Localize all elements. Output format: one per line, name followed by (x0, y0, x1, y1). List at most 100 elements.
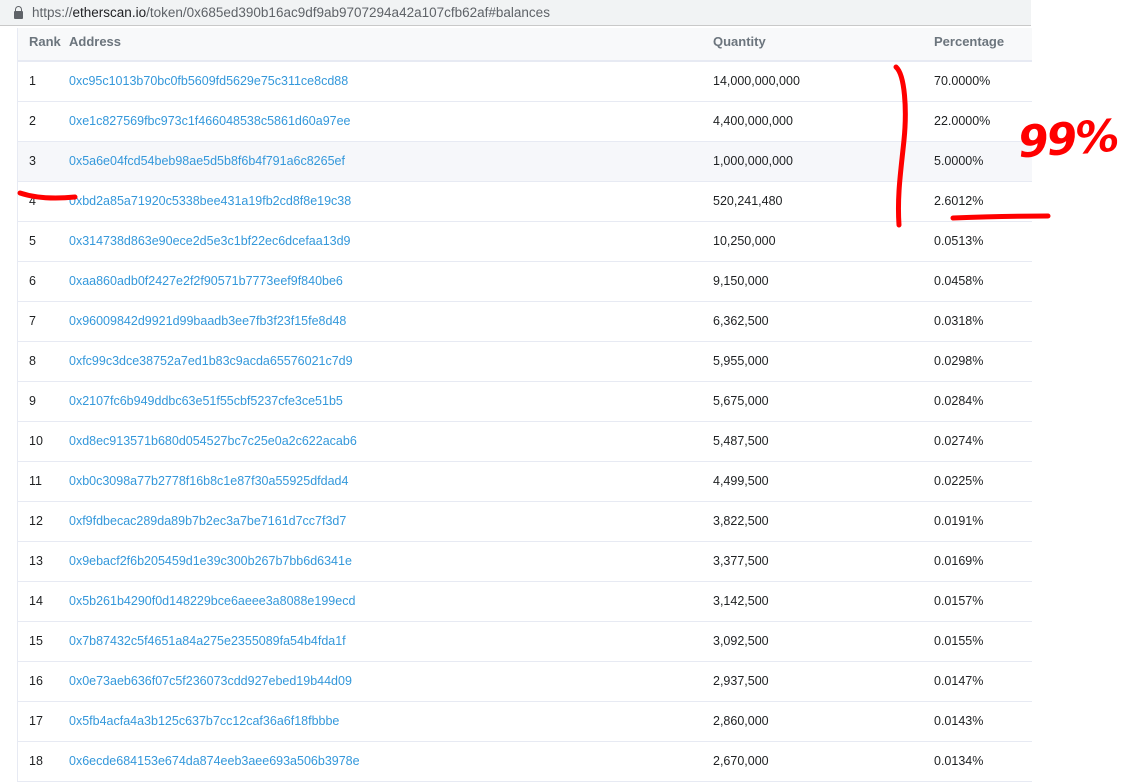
holder-address-link[interactable]: 0xbd2a85a71920c5338bee431a19fb2cd8f8e19c… (69, 194, 351, 208)
table-row: 80xfc99c3dce38752a7ed1b83c9acda65576021c… (18, 341, 1032, 381)
rank-cell: 12 (18, 501, 69, 541)
holder-address-link[interactable]: 0xfc99c3dce38752a7ed1b83c9acda65576021c7… (69, 354, 353, 368)
address-cell: 0x0e73aeb636f07c5f236073cdd927ebed19b44d… (69, 661, 713, 701)
rank-cell: 4 (18, 181, 69, 221)
percentage-cell: 0.0225% (934, 461, 1032, 501)
percentage-cell: 22.0000% (934, 101, 1032, 141)
table-row: 40xbd2a85a71920c5338bee431a19fb2cd8f8e19… (18, 181, 1032, 221)
table-row: 70x96009842d9921d99baadb3ee7fb3f23f15fe8… (18, 301, 1032, 341)
quantity-cell: 1,000,000,000 (713, 141, 934, 181)
rank-cell: 15 (18, 621, 69, 661)
holder-address-link[interactable]: 0x7b87432c5f4651a84a275e2355089fa54b4fda… (69, 634, 346, 648)
table-row: 20xe1c827569fbc973c1f466048538c5861d60a9… (18, 101, 1032, 141)
holder-address-link[interactable]: 0x2107fc6b949ddbc63e51f55cbf5237cfe3ce51… (69, 394, 343, 408)
percentage-cell: 0.0318% (934, 301, 1032, 341)
percentage-cell: 5.0000% (934, 141, 1032, 181)
quantity-cell: 5,675,000 (713, 381, 934, 421)
rank-cell: 6 (18, 261, 69, 301)
holder-address-link[interactable]: 0x0e73aeb636f07c5f236073cdd927ebed19b44d… (69, 674, 352, 688)
table-row: 50x314738d863e90ece2d5e3c1bf22ec6dcefaa1… (18, 221, 1032, 261)
address-cell: 0xbd2a85a71920c5338bee431a19fb2cd8f8e19c… (69, 181, 713, 221)
rank-cell: 18 (18, 741, 69, 781)
table-row: 120xf9fdbecac289da89b7b2ec3a7be7161d7cc7… (18, 501, 1032, 541)
address-cell: 0xb0c3098a77b2778f16b8c1e87f30a55925dfda… (69, 461, 713, 501)
rank-cell: 9 (18, 381, 69, 421)
rank-cell: 5 (18, 221, 69, 261)
rank-cell: 7 (18, 301, 69, 341)
address-cell: 0x9ebacf2f6b205459d1e39c300b267b7bb6d634… (69, 541, 713, 581)
header-percentage: Percentage (934, 28, 1032, 61)
address-cell: 0x2107fc6b949ddbc63e51f55cbf5237cfe3ce51… (69, 381, 713, 421)
address-bar[interactable]: https://etherscan.io/token/0x685ed390b16… (0, 0, 1031, 26)
table-row: 150x7b87432c5f4651a84a275e2355089fa54b4f… (18, 621, 1032, 661)
rank-cell: 2 (18, 101, 69, 141)
rank-cell: 3 (18, 141, 69, 181)
holder-address-link[interactable]: 0xc95c1013b70bc0fb5609fd5629e75c311ce8cd… (69, 74, 348, 88)
url-scheme: https:// (32, 5, 73, 20)
address-cell: 0x6ecde684153e674da874eeb3aee693a506b397… (69, 741, 713, 781)
rank-cell: 14 (18, 581, 69, 621)
quantity-cell: 3,142,500 (713, 581, 934, 621)
percentage-cell: 0.0169% (934, 541, 1032, 581)
address-cell: 0xc95c1013b70bc0fb5609fd5629e75c311ce8cd… (69, 61, 713, 101)
percentage-cell: 70.0000% (934, 61, 1032, 101)
table-row: 60xaa860adb0f2427e2f2f90571b7773eef9f840… (18, 261, 1032, 301)
table-row: 180x6ecde684153e674da874eeb3aee693a506b3… (18, 741, 1032, 781)
percentage-cell: 0.0458% (934, 261, 1032, 301)
quantity-cell: 4,499,500 (713, 461, 934, 501)
holder-address-link[interactable]: 0x5b261b4290f0d148229bce6aeee3a8088e199e… (69, 594, 355, 608)
holder-address-link[interactable]: 0xd8ec913571b680d054527bc7c25e0a2c622aca… (69, 434, 357, 448)
rank-cell: 16 (18, 661, 69, 701)
percentage-cell: 0.0134% (934, 741, 1032, 781)
address-cell: 0xf9fdbecac289da89b7b2ec3a7be7161d7cc7f3… (69, 501, 713, 541)
quantity-cell: 3,092,500 (713, 621, 934, 661)
percentage-cell: 0.0274% (934, 421, 1032, 461)
rank-cell: 17 (18, 701, 69, 741)
holder-address-link[interactable]: 0xaa860adb0f2427e2f2f90571b7773eef9f840b… (69, 274, 343, 288)
quantity-cell: 9,150,000 (713, 261, 934, 301)
table-header-row: Rank Address Quantity Percentage (18, 28, 1032, 61)
quantity-cell: 4,400,000,000 (713, 101, 934, 141)
holder-address-link[interactable]: 0xf9fdbecac289da89b7b2ec3a7be7161d7cc7f3… (69, 514, 346, 528)
percentage-cell: 0.0284% (934, 381, 1032, 421)
holder-address-link[interactable]: 0x96009842d9921d99baadb3ee7fb3f23f15fe8d… (69, 314, 346, 328)
holder-address-link[interactable]: 0x314738d863e90ece2d5e3c1bf22ec6dcefaa13… (69, 234, 351, 248)
holder-address-link[interactable]: 0x9ebacf2f6b205459d1e39c300b267b7bb6d634… (69, 554, 352, 568)
quantity-cell: 5,487,500 (713, 421, 934, 461)
quantity-cell: 10,250,000 (713, 221, 934, 261)
holder-address-link[interactable]: 0xe1c827569fbc973c1f466048538c5861d60a97… (69, 114, 351, 128)
percentage-cell: 0.0155% (934, 621, 1032, 661)
percentage-cell: 2.6012% (934, 181, 1032, 221)
lock-icon (14, 11, 23, 19)
url-path: /token/0x685ed390b16ac9df9ab9707294a42a1… (146, 5, 550, 20)
table-row: 90x2107fc6b949ddbc63e51f55cbf5237cfe3ce5… (18, 381, 1032, 421)
percentage-cell: 0.0513% (934, 221, 1032, 261)
rank-cell: 1 (18, 61, 69, 101)
quantity-cell: 3,822,500 (713, 501, 934, 541)
address-cell: 0xe1c827569fbc973c1f466048538c5861d60a97… (69, 101, 713, 141)
header-address: Address (69, 28, 713, 61)
address-cell: 0x5b261b4290f0d148229bce6aeee3a8088e199e… (69, 581, 713, 621)
table-row: 140x5b261b4290f0d148229bce6aeee3a8088e19… (18, 581, 1032, 621)
table-row: 160x0e73aeb636f07c5f236073cdd927ebed19b4… (18, 661, 1032, 701)
percentage-cell: 0.0298% (934, 341, 1032, 381)
holder-address-link[interactable]: 0xb0c3098a77b2778f16b8c1e87f30a55925dfda… (69, 474, 348, 488)
rank-cell: 8 (18, 341, 69, 381)
header-rank: Rank (18, 28, 69, 61)
percentage-cell: 0.0191% (934, 501, 1032, 541)
table-row: 170x5fb4acfa4a3b125c637b7cc12caf36a6f18f… (18, 701, 1032, 741)
url-host: etherscan.io (73, 5, 147, 20)
address-cell: 0x7b87432c5f4651a84a275e2355089fa54b4fda… (69, 621, 713, 661)
quantity-cell: 2,860,000 (713, 701, 934, 741)
address-cell: 0xd8ec913571b680d054527bc7c25e0a2c622aca… (69, 421, 713, 461)
percentage-cell: 0.0143% (934, 701, 1032, 741)
address-cell: 0x314738d863e90ece2d5e3c1bf22ec6dcefaa13… (69, 221, 713, 261)
percentage-cell: 0.0157% (934, 581, 1032, 621)
address-cell: 0xaa860adb0f2427e2f2f90571b7773eef9f840b… (69, 261, 713, 301)
quantity-cell: 2,670,000 (713, 741, 934, 781)
holder-address-link[interactable]: 0x5a6e04fcd54beb98ae5d5b8f6b4f791a6c8265… (69, 154, 345, 168)
holder-address-link[interactable]: 0x6ecde684153e674da874eeb3aee693a506b397… (69, 754, 360, 768)
address-cell: 0x5a6e04fcd54beb98ae5d5b8f6b4f791a6c8265… (69, 141, 713, 181)
address-cell: 0xfc99c3dce38752a7ed1b83c9acda65576021c7… (69, 341, 713, 381)
holder-address-link[interactable]: 0x5fb4acfa4a3b125c637b7cc12caf36a6f18fbb… (69, 714, 339, 728)
